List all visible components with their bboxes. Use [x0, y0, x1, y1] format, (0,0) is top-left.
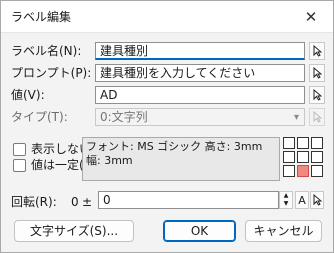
rotation-pick-button[interactable]: [310, 191, 324, 209]
close-icon: ✕: [304, 7, 318, 26]
label-name-pick-button[interactable]: [309, 42, 325, 60]
font-info-line1: フォント: MS ゴシック 高さ: 3mm: [86, 140, 263, 153]
close-button[interactable]: ✕: [289, 1, 333, 32]
anchor-top-center[interactable]: [297, 137, 309, 149]
rotation-spinner[interactable]: ▲ ▼: [279, 191, 293, 209]
value-label: 値(V):: [11, 88, 45, 102]
label-edit-dialog: ラベル編集 ✕ ラベル名(N): 建具種別 プロンプト(P): 建具種別を入力し…: [0, 0, 334, 253]
anchor-top-right[interactable]: [311, 137, 323, 149]
anchor-top-left[interactable]: [283, 137, 295, 149]
label-name-input[interactable]: 建具種別: [95, 42, 305, 60]
cursor-arrow-icon: [313, 194, 322, 206]
type-select[interactable]: 0:文字列 ▾: [95, 108, 305, 126]
value-pick-button[interactable]: [309, 86, 325, 104]
cancel-button[interactable]: キャンセル: [245, 220, 322, 242]
hidden-checkbox[interactable]: [13, 143, 26, 156]
anchor-point-grid: [283, 137, 323, 177]
ok-button[interactable]: OK: [163, 220, 236, 242]
font-a-button[interactable]: A: [295, 191, 309, 209]
anchor-middle-left[interactable]: [283, 151, 295, 163]
anchor-middle-right[interactable]: [311, 151, 323, 163]
anchor-bottom-left[interactable]: [283, 165, 295, 177]
anchor-bottom-center[interactable]: [297, 165, 309, 177]
anchor-middle-center[interactable]: [297, 151, 309, 163]
chevron-down-icon: ▾: [293, 112, 299, 123]
prompt-input[interactable]: 建具種別を入力してください: [95, 64, 305, 82]
spin-down-icon[interactable]: ▼: [280, 200, 292, 208]
rotation-plusminus-button[interactable]: ±: [82, 195, 92, 209]
rotation-label: 回転(R):: [11, 195, 57, 209]
font-size-button[interactable]: 文字サイズ(S)...: [14, 220, 134, 242]
cursor-arrow-icon: [313, 45, 322, 57]
constant-checkbox[interactable]: [13, 159, 26, 172]
prompt-pick-button[interactable]: [309, 64, 325, 82]
cursor-arrow-icon: [313, 89, 322, 101]
cursor-arrow-icon: [313, 111, 322, 123]
type-select-value: 0:文字列: [100, 110, 148, 124]
spin-up-icon[interactable]: ▲: [280, 192, 292, 200]
type-pick-button: [309, 108, 325, 126]
value-input[interactable]: AD: [95, 86, 305, 104]
prompt-label: プロンプト(P):: [11, 66, 92, 80]
font-info-line2: 幅: 3mm: [86, 154, 133, 167]
rotation-input[interactable]: 0: [98, 191, 279, 209]
font-a-label: A: [298, 193, 306, 207]
type-label: タイプ(T):: [11, 110, 68, 124]
dialog-title: ラベル編集: [11, 10, 72, 24]
cursor-arrow-icon: [313, 67, 322, 79]
label-name-label: ラベル名(N):: [11, 44, 82, 58]
rotation-base-value: 0: [71, 195, 79, 209]
title-bar: ラベル編集 ✕: [1, 1, 333, 33]
anchor-bottom-right[interactable]: [311, 165, 323, 177]
font-info-box: フォント: MS ゴシック 高さ: 3mm 幅: 3mm: [82, 137, 280, 181]
